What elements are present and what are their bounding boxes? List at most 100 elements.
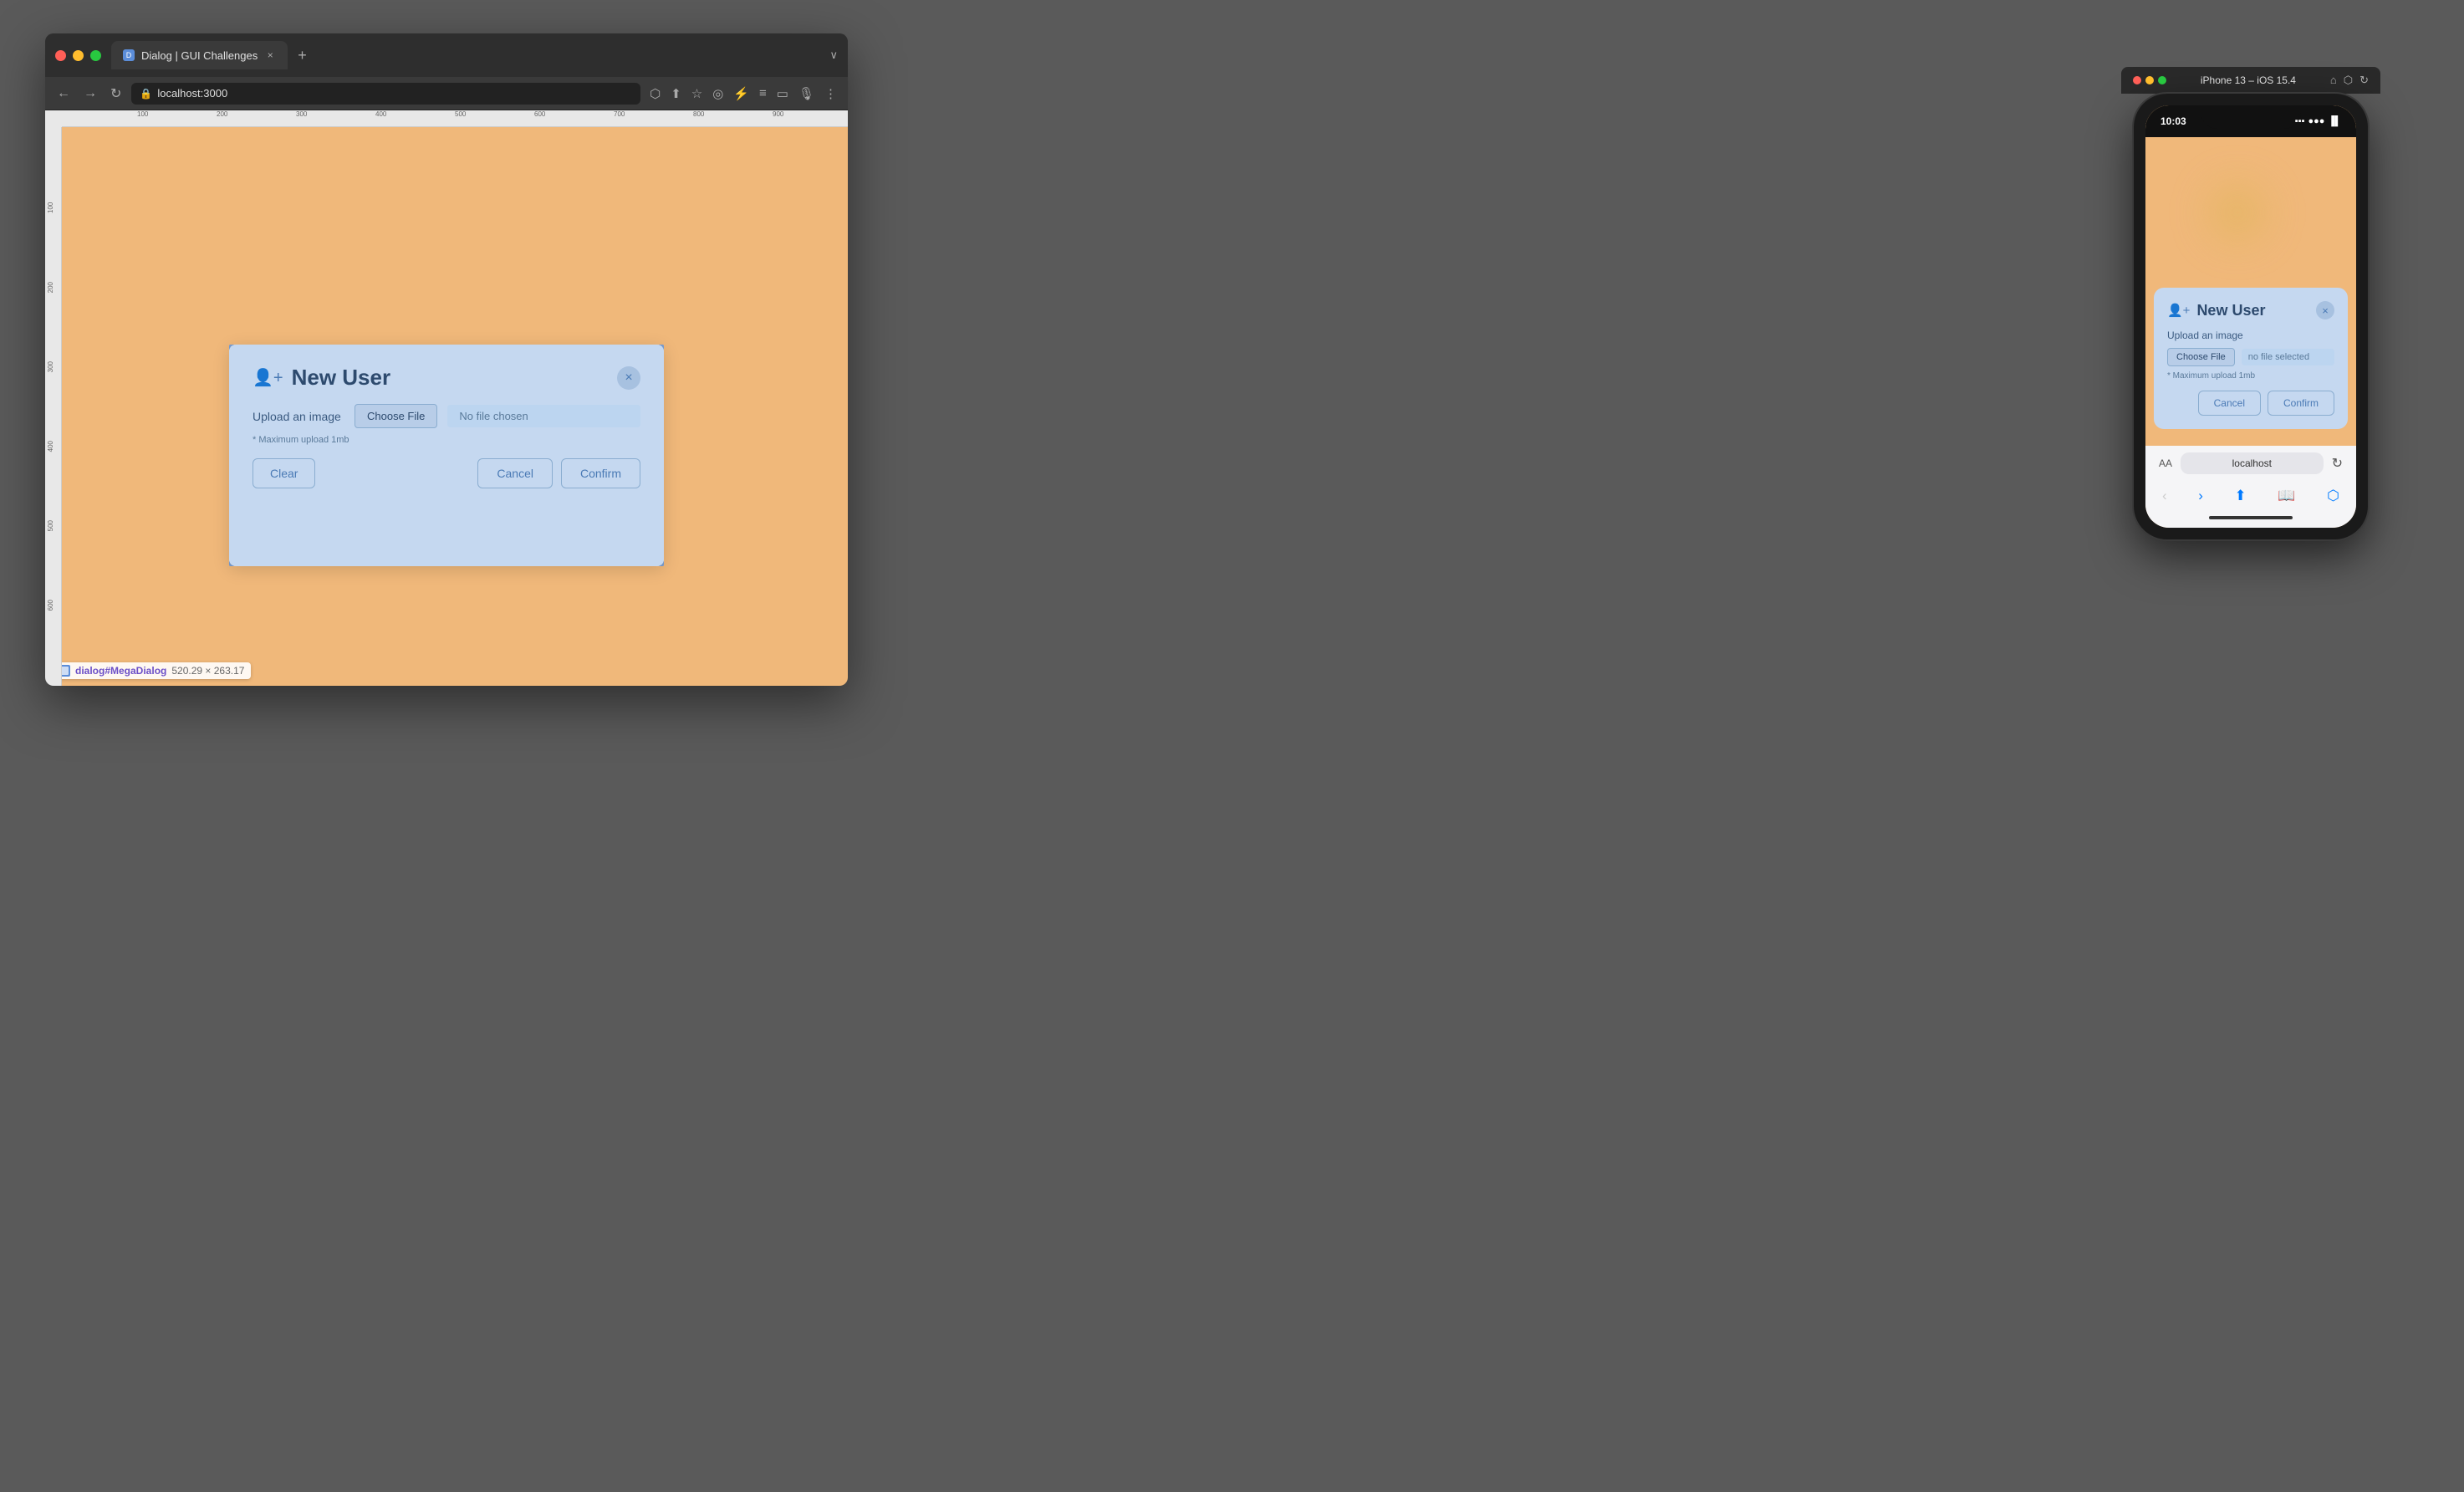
reload-button[interactable]: ↻ <box>107 82 125 105</box>
no-file-text: No file chosen <box>447 405 640 427</box>
iphone-tabs-button[interactable]: ⬡ <box>2327 488 2339 504</box>
iphone-blur-decoration <box>2196 171 2279 254</box>
iphone-rotate-icon[interactable]: ↻ <box>2359 74 2369 87</box>
iphone-traffic-lights <box>2133 76 2166 84</box>
list-icon[interactable]: ≡ <box>757 84 769 103</box>
tab-expand-button[interactable]: ∨ <box>829 49 838 62</box>
popout-icon[interactable]: ⬡ <box>647 84 663 104</box>
clear-button[interactable]: Clear <box>253 458 315 488</box>
iphone-notch-bar: 10:03 ▪▪▪ ●●● ▐▌ <box>2145 105 2356 137</box>
dialog-close-button[interactable]: × <box>617 366 640 390</box>
iphone-minimize-tl[interactable] <box>2145 76 2154 84</box>
iphone-confirm-button[interactable]: Confirm <box>2268 391 2334 416</box>
iphone-window-title: iPhone 13 – iOS 15.4 <box>2173 74 2324 86</box>
iphone-cancel-button[interactable]: Cancel <box>2198 391 2261 416</box>
shield-icon[interactable]: ◎ <box>710 84 726 104</box>
ruler-h-tick-200: 200 <box>215 110 227 118</box>
mic-icon[interactable]: 🎙 <box>796 84 817 104</box>
iphone-maximize-tl[interactable] <box>2158 76 2166 84</box>
toolbar-actions: ⬡ ⬆ ☆ ◎ ⚡ ≡ ▭ 🎙 ⋮ <box>647 84 839 104</box>
dialog-title: New User <box>292 365 609 391</box>
iphone-close-button[interactable]: × <box>2316 301 2334 319</box>
ruler-v-tick-300: 300 <box>47 361 54 372</box>
forward-button[interactable]: → <box>80 83 100 105</box>
choose-file-button[interactable]: Choose File <box>355 404 437 428</box>
iphone-url-text: localhost <box>2232 457 2272 469</box>
confirm-button[interactable]: Confirm <box>561 458 640 488</box>
iphone-share-button[interactable]: ⬆ <box>2235 488 2247 504</box>
iphone-title-bar: iPhone 13 – iOS 15.4 ⌂ ⬡ ↻ <box>2121 67 2380 94</box>
ruler-v-tick-600: 600 <box>47 600 54 611</box>
address-text: localhost:3000 <box>157 87 227 100</box>
address-bar[interactable]: 🔒 localhost:3000 <box>131 83 640 105</box>
iphone-dialog: 👤+ New User × Upload an image Choose Fil… <box>2154 288 2348 429</box>
dialog-box: 👤+ New User × Upload an image Choose Fil… <box>229 345 664 566</box>
tab-title: Dialog | GUI Challenges <box>141 49 258 62</box>
iphone-nav-back[interactable]: ‹ <box>2162 488 2167 504</box>
upload-row: Upload an image Choose File No file chos… <box>253 404 640 428</box>
iphone-bookmarks-button[interactable]: 📖 <box>2278 488 2295 504</box>
tab-bar: D Dialog | GUI Challenges × + ∨ <box>111 41 838 69</box>
ruler-h-tick-500: 500 <box>453 110 466 118</box>
iphone-screen: 10:03 ▪▪▪ ●●● ▐▌ 👤+ New User × <box>2145 105 2356 528</box>
iphone-dialog-footer: Cancel Confirm <box>2167 391 2334 416</box>
ruler-v-tick-400: 400 <box>47 441 54 452</box>
iphone-home-indicator <box>2209 516 2293 519</box>
iphone-browser-nav: ‹ › ⬆ 📖 ⬡ <box>2145 481 2356 511</box>
iphone-status-icons: ▪▪▪ ●●● ▐▌ <box>2295 116 2341 126</box>
tab-favicon: D <box>123 49 135 61</box>
iphone-upload-hint: * Maximum upload 1mb <box>2167 371 2334 381</box>
cancel-button[interactable]: Cancel <box>477 458 553 488</box>
ruler-corner <box>45 110 62 127</box>
ruler-vertical: 100 200 300 400 500 600 <box>45 127 62 686</box>
minimize-traffic-light[interactable] <box>73 50 84 61</box>
maximize-traffic-light[interactable] <box>90 50 101 61</box>
traffic-lights <box>55 50 101 61</box>
ruler-container: 100 200 300 400 500 600 700 800 900 100 … <box>45 110 848 686</box>
active-tab[interactable]: D Dialog | GUI Challenges × <box>111 41 288 69</box>
browser-window: D Dialog | GUI Challenges × + ∨ ← → ↻ 🔒 … <box>45 33 848 686</box>
iphone-container: iPhone 13 – iOS 15.4 ⌂ ⬡ ↻ 10:03 ▪▪▪ ●●●… <box>2121 67 2380 539</box>
label-id: dialog#MegaDialog <box>75 665 166 677</box>
dialog-area: 👤+ New User × Upload an image Choose Fil… <box>229 345 664 566</box>
extension-icon[interactable]: ⚡ <box>731 84 752 104</box>
iphone-user-icon: 👤+ <box>2167 303 2190 318</box>
ruler-v-tick-200: 200 <box>47 282 54 293</box>
iphone-notch <box>2201 105 2301 129</box>
tab-close-button[interactable]: × <box>264 49 276 61</box>
secure-icon: 🔒 <box>140 88 152 100</box>
upload-hint: * Maximum upload 1mb <box>253 435 640 445</box>
back-button[interactable]: ← <box>54 83 74 105</box>
dialog-footer: Clear Cancel Confirm <box>253 458 640 488</box>
browser-titlebar: D Dialog | GUI Challenges × + ∨ <box>45 33 848 77</box>
bookmark-icon[interactable]: ☆ <box>689 84 705 104</box>
iphone-nav-fwd[interactable]: › <box>2198 488 2203 504</box>
dialog-body: Upload an image Choose File No file chos… <box>253 404 640 445</box>
iphone-reload-button[interactable]: ↻ <box>2332 455 2343 472</box>
element-label: dialog#MegaDialog 520.29 × 263.17 <box>52 662 251 679</box>
label-dims: 520.29 × 263.17 <box>171 665 244 677</box>
share-icon[interactable]: ⬆ <box>668 84 684 104</box>
more-icon[interactable]: ⋮ <box>822 84 839 104</box>
iphone-upload-label: Upload an image <box>2167 330 2334 341</box>
iphone-close-tl[interactable] <box>2133 76 2141 84</box>
close-traffic-light[interactable] <box>55 50 66 61</box>
iphone-page-bg <box>2145 137 2356 304</box>
device-icon[interactable]: ▭ <box>774 84 791 104</box>
new-tab-button[interactable]: + <box>291 47 314 64</box>
iphone-no-file-text: no file selected <box>2242 349 2334 365</box>
ruler-v-tick-500: 500 <box>47 520 54 531</box>
iphone-time: 10:03 <box>2160 115 2186 127</box>
iphone-camera-icon[interactable]: ⬡ <box>2344 74 2353 87</box>
iphone-home-icon[interactable]: ⌂ <box>2330 74 2337 87</box>
user-add-icon: 👤+ <box>253 367 283 388</box>
ruler-h-tick-700: 700 <box>612 110 625 118</box>
ruler-h-tick-100: 100 <box>135 110 148 118</box>
iphone-choose-file-button[interactable]: Choose File <box>2167 348 2235 366</box>
ruler-h-tick-300: 300 <box>294 110 307 118</box>
iphone-url-bar[interactable]: localhost <box>2181 452 2324 474</box>
browser-toolbar: ← → ↻ 🔒 localhost:3000 ⬡ ⬆ ☆ ◎ ⚡ ≡ ▭ 🎙 ⋮ <box>45 77 848 110</box>
ruler-h-tick-800: 800 <box>691 110 704 118</box>
ruler-h-tick-600: 600 <box>533 110 545 118</box>
ruler-horizontal: 100 200 300 400 500 600 700 800 900 <box>62 110 848 127</box>
